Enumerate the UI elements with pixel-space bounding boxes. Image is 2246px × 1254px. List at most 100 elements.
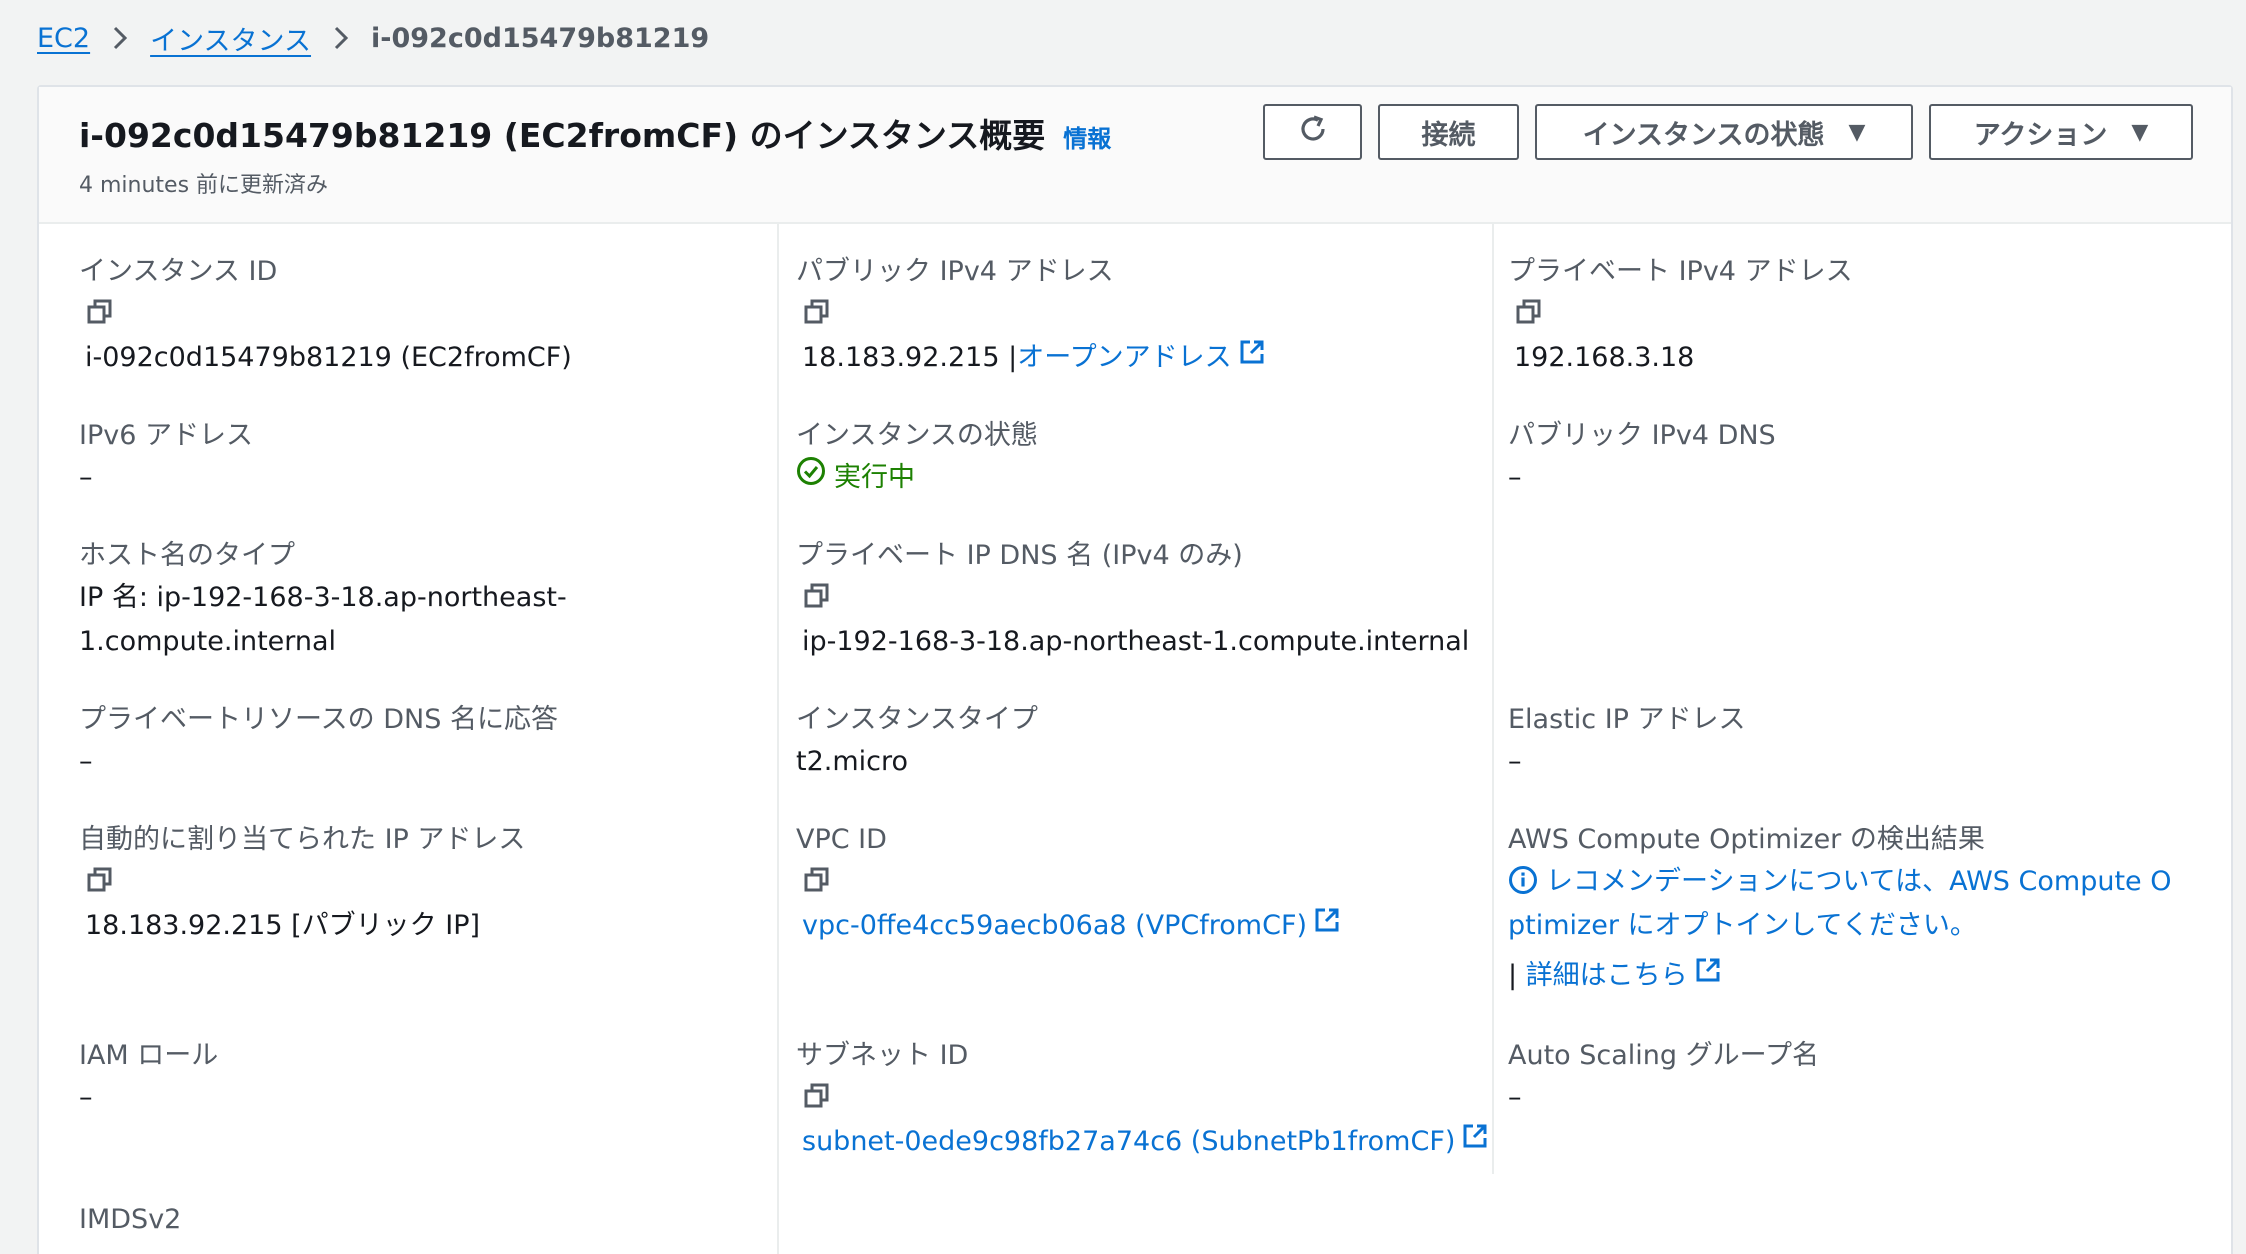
field-private-ipv4: プライベート IPv4 アドレス 192.168.3.18 <box>1508 252 2208 380</box>
breadcrumb-ec2[interactable]: EC2 <box>37 23 90 54</box>
breadcrumb: EC2 インスタンス i-092c0d15479b81219 <box>37 18 709 58</box>
copy-icon[interactable] <box>85 865 115 899</box>
field-value: – <box>79 462 93 493</box>
details-column-1: インスタンス ID i-092c0d15479b81219 (EC2fromCF… <box>79 224 779 1254</box>
optimizer-message-line2: ptimizer にオプトインしてください。 <box>1508 910 1977 941</box>
field-instance-type: インスタンスタイプ t2.micro <box>796 700 1496 784</box>
status-text: 実行中 <box>834 462 915 493</box>
field-value: – <box>79 1082 93 1113</box>
info-circle-icon <box>1508 865 1538 895</box>
field-label: VPC ID <box>796 824 887 855</box>
field-value-row: vpc-0ffe4cc59aecb06a8 (VPCfromCF) <box>796 904 1496 948</box>
status-running: 実行中 <box>796 456 1496 500</box>
copy-icon[interactable] <box>802 581 832 615</box>
copy-icon[interactable] <box>802 1081 832 1115</box>
field-label: IAM ロール <box>79 1040 219 1071</box>
external-link-icon <box>1313 906 1341 934</box>
field-label: Auto Scaling グループ名 <box>1508 1040 1820 1071</box>
field-label: IPv6 アドレス <box>79 420 253 451</box>
pipe-separator: | <box>1508 960 1526 991</box>
field-label: サブネット ID <box>796 1040 969 1071</box>
field-value: IP 名: ip-192-168-3-18.ap-northeast- <box>79 582 567 613</box>
copy-icon[interactable] <box>85 297 115 331</box>
field-label: パブリック IPv4 アドレス <box>796 256 1114 287</box>
info-link[interactable]: 情報 <box>1063 119 1111 154</box>
vpc-id-link[interactable]: vpc-0ffe4cc59aecb06a8 (VPCfromCF) <box>802 910 1307 941</box>
field-label: パブリック IPv4 DNS <box>1508 420 1776 451</box>
open-address-link[interactable]: オープンアドレス <box>1017 342 1231 373</box>
field-value: 1.compute.internal <box>79 626 337 657</box>
caret-down-icon: ▼ <box>1848 119 1866 145</box>
field-imdsv2: IMDSv2 <box>79 1200 779 1240</box>
field-label: プライベートリソースの DNS 名に応答 <box>79 704 558 735</box>
field-instance-id: インスタンス ID i-092c0d15479b81219 (EC2fromCF… <box>79 252 779 380</box>
instance-state-button-label: インスタンスの状態 <box>1582 119 1825 151</box>
field-value: – <box>79 746 93 777</box>
field-label: Elastic IP アドレス <box>1508 704 1746 735</box>
field-value-row: | 詳細はこちら <box>1508 954 2208 998</box>
refresh-button[interactable] <box>1263 104 1362 160</box>
field-label: インスタンス ID <box>79 256 278 287</box>
subnet-id-link[interactable]: subnet-0ede9c98fb27a74c6 (SubnetPb1fromC… <box>802 1126 1455 1157</box>
field-vpc-id: VPC ID vpc-0ffe4cc59aecb06a8 (VPCfromCF) <box>796 820 1496 948</box>
learn-more-link[interactable]: 詳細はこちら <box>1526 960 1688 991</box>
field-label: インスタンスの状態 <box>796 420 1038 451</box>
field-value: t2.micro <box>796 746 909 777</box>
page-title: i-092c0d15479b81219 (EC2fromCF) のインスタンス概… <box>79 116 1046 155</box>
chevron-right-icon <box>90 25 150 51</box>
header-title-group: i-092c0d15479b81219 (EC2fromCF) のインスタンス概… <box>79 109 1111 157</box>
panel-body: インスタンス ID i-092c0d15479b81219 (EC2fromCF… <box>39 224 2231 1254</box>
instance-summary-panel: i-092c0d15479b81219 (EC2fromCF) のインスタンス概… <box>37 85 2233 1254</box>
external-link-icon <box>1238 338 1266 366</box>
check-circle-icon <box>796 456 826 500</box>
field-label: ホスト名のタイプ <box>79 540 295 571</box>
breadcrumb-instances[interactable]: インスタンス <box>150 19 311 58</box>
field-label: AWS Compute Optimizer の検出結果 <box>1508 824 1985 855</box>
field-elastic-ip: Elastic IP アドレス – <box>1508 700 2208 784</box>
header-actions: 接続 インスタンスの状態 ▼ アクション ▼ <box>1263 104 2193 160</box>
field-value: 192.168.3.18 <box>1514 342 1695 373</box>
instance-state-button[interactable]: インスタンスの状態 ▼ <box>1535 104 1913 160</box>
field-value: i-092c0d15479b81219 (EC2fromCF) <box>85 342 572 373</box>
field-ipv6: IPv6 アドレス – <box>79 416 779 500</box>
field-label: プライベート IP DNS 名 (IPv4 のみ) <box>796 540 1243 571</box>
field-auto-assigned-ip: 自動的に割り当てられた IP アドレス 18.183.92.215 [パブリック… <box>79 820 779 948</box>
copy-icon[interactable] <box>802 297 832 331</box>
refresh-icon <box>1296 112 1330 153</box>
chevron-right-icon <box>311 25 371 51</box>
optimizer-message[interactable]: レコメンデーションについては、AWS Compute O ptimizer にオ… <box>1508 860 2188 948</box>
field-hostname-type: ホスト名のタイプ IP 名: ip-192-168-3-18.ap-northe… <box>79 536 779 664</box>
field-value: 18.183.92.215 | <box>802 342 1018 373</box>
field-value-row: subnet-0ede9c98fb27a74c6 (SubnetPb1fromC… <box>796 1120 1496 1164</box>
copy-icon[interactable] <box>802 865 832 899</box>
connect-button[interactable]: 接続 <box>1378 104 1519 160</box>
optimizer-message-line1: レコメンデーションについては、AWS Compute O <box>1546 866 2172 897</box>
field-value: – <box>1508 1082 1522 1113</box>
field-public-dns: パブリック IPv4 DNS – <box>1508 416 2208 500</box>
details-column-2: パブリック IPv4 アドレス 18.183.92.215 |オープンアドレス … <box>777 224 1517 1254</box>
field-instance-state: インスタンスの状態 実行中 <box>796 416 1496 500</box>
details-column-3: プライベート IPv4 アドレス 192.168.3.18 パブリック IPv4… <box>1492 224 2212 1174</box>
field-label: インスタンスタイプ <box>796 704 1038 735</box>
field-subnet-id: サブネット ID subnet-0ede9c98fb27a74c6 (Subne… <box>796 1036 1496 1164</box>
panel-header: i-092c0d15479b81219 (EC2fromCF) のインスタンス概… <box>39 87 2231 224</box>
field-value: 18.183.92.215 [パブリック IP] <box>85 910 481 941</box>
field-value-row: 18.183.92.215 |オープンアドレス <box>796 336 1496 380</box>
actions-button-label: アクション <box>1973 119 2108 151</box>
field-auto-scaling-group: Auto Scaling グループ名 – <box>1508 1036 2208 1120</box>
external-link-icon <box>1694 956 1722 984</box>
field-value: – <box>1508 462 1522 493</box>
actions-button[interactable]: アクション ▼ <box>1929 104 2193 160</box>
field-label: IMDSv2 <box>79 1204 182 1235</box>
field-value: – <box>1508 746 1522 777</box>
external-link-icon <box>1461 1122 1489 1150</box>
field-private-dns: プライベート IP DNS 名 (IPv4 のみ) ip-192-168-3-1… <box>796 536 1496 664</box>
caret-down-icon: ▼ <box>2131 119 2149 145</box>
last-updated-text: 4 minutes 前に更新済み <box>79 173 329 198</box>
field-private-resource-dns: プライベートリソースの DNS 名に応答 – <box>79 700 779 784</box>
copy-icon[interactable] <box>1514 297 1544 331</box>
field-public-ipv4: パブリック IPv4 アドレス 18.183.92.215 |オープンアドレス <box>796 252 1496 380</box>
field-label: プライベート IPv4 アドレス <box>1508 256 1853 287</box>
field-value: ip-192-168-3-18.ap-northeast-1.compute.i… <box>802 626 1470 657</box>
field-label: 自動的に割り当てられた IP アドレス <box>79 824 526 855</box>
